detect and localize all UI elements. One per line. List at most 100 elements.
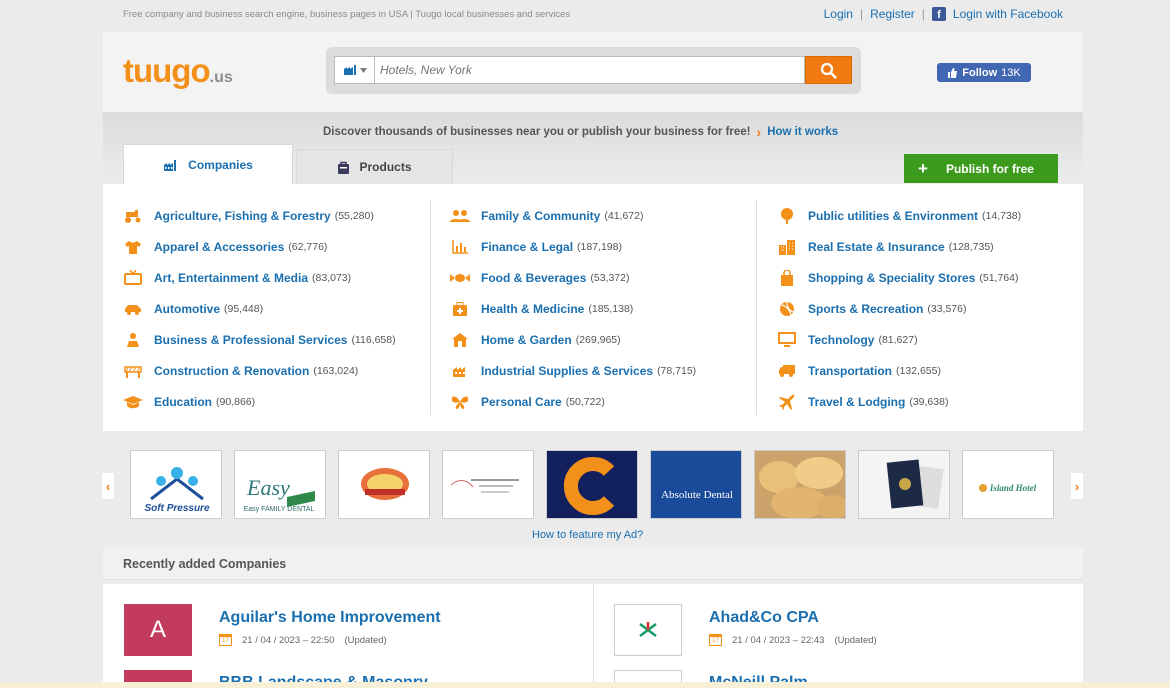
category-item[interactable]: Automotive (95,448): [123, 293, 448, 324]
tree-icon: [777, 207, 797, 224]
company-title[interactable]: Aguilar's Home Improvement: [219, 609, 441, 627]
category-item[interactable]: Travel & Lodging (39,638): [777, 386, 1102, 417]
category-item[interactable]: Technology (81,627): [777, 324, 1102, 355]
ad-tile[interactable]: Island Hotel: [962, 450, 1054, 519]
barrier-icon: [123, 363, 143, 379]
plane-icon: [777, 393, 797, 410]
category-count: (14,738): [982, 209, 1022, 222]
register-link[interactable]: Register: [870, 7, 915, 21]
category-count: (50,722): [565, 395, 605, 408]
category-link[interactable]: Business & Professional Services: [154, 333, 347, 347]
category-item[interactable]: Education (90,866): [123, 386, 448, 417]
category-item[interactable]: Sports & Recreation (33,576): [777, 293, 1102, 324]
category-item[interactable]: Real Estate & Insurance (128,735): [777, 231, 1102, 262]
category-count: (41,672): [604, 209, 644, 222]
ad-tile[interactable]: [858, 450, 950, 519]
category-item[interactable]: Apparel & Accessories (62,776): [123, 231, 448, 262]
category-link[interactable]: Personal Care: [481, 395, 562, 409]
category-link[interactable]: Apparel & Accessories: [154, 240, 284, 254]
category-item[interactable]: Health & Medicine (185,138): [450, 293, 775, 324]
category-item[interactable]: Shopping & Speciality Stores (51,764): [777, 262, 1102, 293]
tab-products[interactable]: Products: [296, 149, 453, 184]
facebook-follow-button[interactable]: Follow 13K: [937, 63, 1031, 82]
ad-tile[interactable]: C: [546, 450, 638, 519]
category-item[interactable]: Agriculture, Fishing & Forestry (55,280): [123, 200, 448, 231]
category-link[interactable]: Education: [154, 395, 212, 409]
how-to-feature-link[interactable]: How to feature my Ad?: [532, 529, 643, 541]
ahad-logo-icon: [639, 622, 657, 637]
category-count: (163,024): [313, 364, 359, 377]
ads-prev-button[interactable]: ‹: [102, 473, 114, 499]
category-item[interactable]: Family & Community (41,672): [450, 200, 775, 231]
ad-tile[interactable]: Easy FAMILY DENTAL Easy: [234, 450, 326, 519]
banner: Discover thousands of businesses near yo…: [103, 112, 1083, 185]
category-item[interactable]: Art, Entertainment & Media (83,073): [123, 262, 448, 293]
date-text: 21 / 04 / 2023 – 22:43: [732, 634, 825, 646]
candy-icon: [450, 270, 470, 286]
category-link[interactable]: Public utilities & Environment: [808, 209, 978, 223]
category-item[interactable]: Construction & Renovation (163,024): [123, 355, 448, 386]
category-link[interactable]: Finance & Legal: [481, 240, 573, 254]
island-hotel-logo: Island Hotel: [963, 451, 1053, 518]
category-item[interactable]: Home & Garden (269,965): [450, 324, 775, 355]
category-link[interactable]: Agriculture, Fishing & Forestry: [154, 209, 331, 223]
category-link[interactable]: Sports & Recreation: [808, 302, 923, 316]
category-link[interactable]: Health & Medicine: [481, 302, 584, 316]
how-it-works-link[interactable]: How it works: [767, 126, 838, 138]
category-link[interactable]: Travel & Lodging: [808, 395, 905, 409]
absolute-dental-logo: Absolute Dental: [651, 451, 741, 518]
category-link[interactable]: Shopping & Speciality Stores: [808, 271, 975, 285]
easy-script-glyph: Easy: [246, 475, 290, 500]
company-avatar[interactable]: [614, 604, 682, 656]
ad-tile[interactable]: [338, 450, 430, 519]
category-count: (116,658): [351, 333, 396, 346]
tab-companies-label: Companies: [188, 158, 253, 172]
category-column-3: Public utilities & Environment (14,738) Re…: [777, 200, 1102, 417]
ad-tile[interactable]: [442, 450, 534, 519]
search-input[interactable]: [374, 56, 805, 84]
category-item[interactable]: Personal Care (50,722): [450, 386, 775, 417]
category-link[interactable]: Automotive: [154, 302, 220, 316]
login-facebook-link[interactable]: Login with Facebook: [953, 7, 1063, 21]
company-title[interactable]: Ahad&Co CPA: [709, 609, 819, 627]
ad-logo-text: Soft Pressure: [144, 503, 209, 514]
category-item[interactable]: Finance & Legal (187,198): [450, 231, 775, 262]
logo[interactable]: tuugo.us: [123, 54, 233, 87]
publish-label: Publish for free: [945, 161, 1034, 176]
company-date: 17 21 / 04 / 2023 – 22:50 (Updated): [219, 634, 387, 646]
category-count: (95,448): [224, 302, 264, 315]
ads-next-button[interactable]: ›: [1071, 473, 1083, 499]
category-link[interactable]: Technology: [808, 333, 874, 347]
category-count: (187,198): [577, 240, 622, 253]
tab-companies[interactable]: Companies: [123, 144, 293, 185]
plus-icon: +: [918, 159, 928, 178]
update-status: (Updated): [344, 634, 387, 646]
tv-icon: [123, 270, 143, 286]
ad-tile[interactable]: Soft Pressure: [130, 450, 222, 519]
category-item[interactable]: Food & Beverages (53,372): [450, 262, 775, 293]
category-item[interactable]: Industrial Supplies & Services (78,715): [450, 355, 775, 386]
category-link[interactable]: Home & Garden: [481, 333, 572, 347]
category-select[interactable]: [334, 56, 374, 84]
category-link[interactable]: Family & Community: [481, 209, 600, 223]
category-link[interactable]: Construction & Renovation: [154, 364, 309, 378]
category-item[interactable]: Public utilities & Environment (14,738): [777, 200, 1102, 231]
login-link[interactable]: Login: [824, 7, 853, 21]
category-link[interactable]: Food & Beverages: [481, 271, 586, 285]
category-link[interactable]: Art, Entertainment & Media: [154, 271, 308, 285]
category-link[interactable]: Transportation: [808, 364, 892, 378]
publish-button[interactable]: + Publish for free: [904, 154, 1058, 183]
category-item[interactable]: Transportation (132,655): [777, 355, 1102, 386]
ad-tile[interactable]: [754, 450, 846, 519]
recent-companies: A Aguilar's Home Improvement 17 21 / 04 …: [103, 584, 1083, 688]
header: tuugo.us Follow 13K: [103, 32, 1083, 112]
ad-tile[interactable]: Absolute Dental: [650, 450, 742, 519]
search-button[interactable]: [805, 56, 852, 84]
company-avatar[interactable]: A: [124, 604, 192, 656]
site-tagline: Free company and business search engine,…: [123, 9, 571, 20]
category-item[interactable]: Business & Professional Services (116,658…: [123, 324, 448, 355]
category-link[interactable]: Real Estate & Insurance: [808, 240, 945, 254]
restaurant-logo: [339, 451, 429, 518]
c-logo: C: [547, 451, 637, 518]
category-link[interactable]: Industrial Supplies & Services: [481, 364, 653, 378]
